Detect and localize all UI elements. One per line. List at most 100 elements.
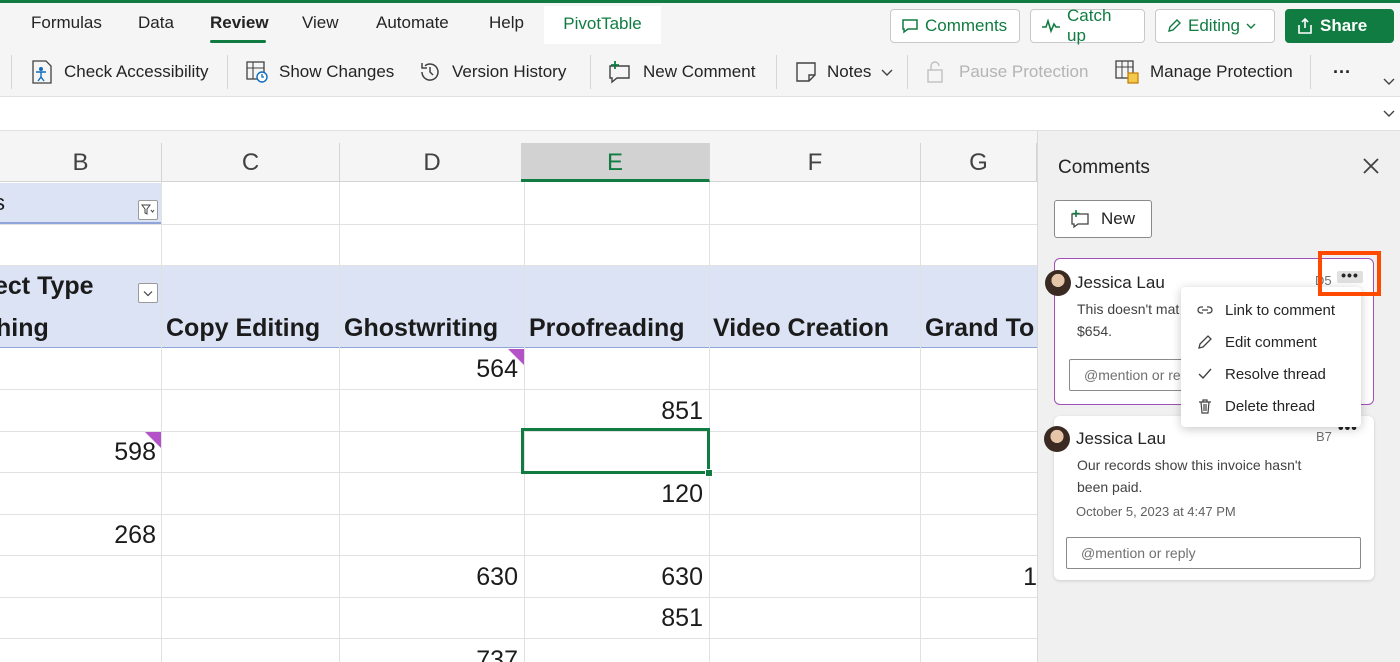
comment-author: Jessica Lau	[1076, 429, 1166, 448]
divider	[1310, 55, 1311, 89]
divider	[907, 55, 908, 89]
catch-up-label: Catch up	[1067, 6, 1112, 45]
comments-pane-title: Comments	[1058, 157, 1150, 178]
thread-options-menu: Link to comment Edit comment Resolve thr…	[1181, 287, 1361, 427]
history-icon	[421, 63, 439, 81]
gridline	[0, 555, 1037, 556]
cell-d-value[interactable]: 630	[340, 563, 518, 592]
show-changes-icon	[246, 61, 268, 83]
comment-timestamp: October 5, 2023 at 4:47 PM	[1076, 504, 1236, 519]
tab-review[interactable]: Review	[210, 13, 269, 33]
column-header-d[interactable]: D	[340, 143, 525, 182]
comment-cell-ref: B7	[1316, 429, 1332, 444]
selected-cell[interactable]	[521, 428, 710, 474]
filter-dropdown-button[interactable]	[138, 200, 158, 220]
column-header-f[interactable]: F	[710, 143, 921, 182]
gridline	[0, 638, 1037, 639]
new-comment-button[interactable]: New Comment	[607, 57, 755, 87]
pivot-header-ghostwriting: Ghostwriting	[344, 314, 499, 342]
column-header-c[interactable]: C	[162, 143, 340, 182]
comments-button-label: Comments	[925, 16, 1008, 35]
review-command-bar: Check Accessibility Show Changes Version…	[0, 47, 1400, 97]
tab-view[interactable]: View	[302, 13, 339, 33]
comment-text-line2: been paid.	[1077, 479, 1143, 495]
tab-data[interactable]: Data	[138, 13, 174, 33]
note-icon	[796, 62, 816, 82]
pause-protection-button[interactable]: Pause Protection	[925, 57, 1088, 87]
manage-protection-label: Manage Protection	[1150, 62, 1293, 81]
avatar	[1045, 270, 1071, 296]
check-accessibility-button[interactable]: Check Accessibility	[30, 57, 209, 87]
cell-e-value[interactable]: 851	[525, 604, 703, 633]
close-icon[interactable]	[1360, 155, 1382, 177]
share-icon	[1298, 17, 1312, 34]
tab-help[interactable]: Help	[489, 13, 524, 33]
cell-b-value[interactable]: 598	[0, 438, 156, 467]
grid-top-gap	[0, 131, 1037, 143]
cell-b-value[interactable]: 268	[0, 521, 156, 550]
comments-button[interactable]: Comments	[890, 9, 1020, 43]
share-button[interactable]: Share	[1285, 9, 1394, 43]
cell-e-value[interactable]: 120	[525, 480, 703, 509]
comment-text-line1: This doesn't mat	[1077, 301, 1180, 317]
manage-protection-button[interactable]: Manage Protection	[1114, 57, 1293, 87]
cell-e-value[interactable]: 851	[525, 397, 703, 426]
tab-formulas[interactable]: Formulas	[31, 13, 102, 33]
editing-mode-button[interactable]: Editing	[1155, 9, 1275, 43]
active-tab-indicator	[210, 40, 266, 43]
menu-item-label: Delete thread	[1225, 397, 1316, 415]
fill-handle[interactable]	[705, 469, 713, 477]
menu-item-edit-comment[interactable]: Edit comment	[1181, 327, 1361, 357]
comment-text-line1: Our records show this invoice hasn't	[1077, 457, 1302, 473]
tab-pivottable[interactable]: PivotTable	[544, 6, 661, 44]
avatar	[1044, 426, 1070, 452]
cell-g-value[interactable]: 1	[921, 563, 1037, 592]
lock-icon	[927, 61, 943, 83]
version-history-label: Version History	[452, 62, 567, 81]
link-icon	[1197, 306, 1213, 314]
pencil-icon	[1198, 335, 1212, 349]
spreadsheet-grid[interactable]: B C D E F G s ect Type hing Copy Editing…	[0, 143, 1037, 662]
menu-item-delete-thread[interactable]: Delete thread	[1181, 391, 1361, 421]
gridline	[709, 182, 710, 662]
pivot-filter-label: s	[0, 190, 5, 216]
ribbon-expand-chevron-icon[interactable]	[1383, 77, 1395, 85]
gridline	[0, 265, 1037, 266]
menu-item-link-to-comment[interactable]: Link to comment	[1181, 295, 1361, 325]
new-comment-icon	[609, 61, 630, 84]
comment-indicator[interactable]	[145, 432, 161, 448]
column-header-g[interactable]: G	[921, 143, 1037, 182]
show-changes-button[interactable]: Show Changes	[245, 57, 394, 87]
formula-bar-expand-icon[interactable]	[1383, 109, 1395, 117]
ribbon-tab-row: Formulas Data Review View Automate Help …	[0, 3, 1400, 47]
version-history-button[interactable]: Version History	[418, 57, 566, 87]
gridline	[0, 472, 1037, 473]
pivot-header-copy-editing: Copy Editing	[166, 314, 321, 342]
notes-dropdown[interactable]: Notes	[795, 57, 893, 87]
new-comment-pane-button[interactable]: New	[1054, 200, 1152, 238]
tab-automate[interactable]: Automate	[376, 13, 449, 33]
comment-text-line2: $654.	[1077, 323, 1113, 339]
gridline	[0, 224, 1037, 225]
comment-indicator[interactable]	[508, 349, 524, 365]
cell-d-value[interactable]: 564	[340, 355, 518, 384]
cell-e-value[interactable]: 630	[525, 563, 703, 592]
cell-d-value[interactable]: 737	[340, 646, 518, 662]
pause-protection-label: Pause Protection	[959, 62, 1089, 81]
column-header-b[interactable]: B	[0, 143, 162, 182]
menu-item-resolve-thread[interactable]: Resolve thread	[1181, 359, 1361, 389]
chevron-down-icon	[143, 290, 153, 296]
column-header-e[interactable]: E	[521, 143, 710, 182]
pivot-header-proofreading: Proofreading	[529, 314, 685, 342]
pulse-icon	[1042, 18, 1060, 34]
more-commands-button[interactable]: ···	[1333, 57, 1351, 87]
catch-up-button[interactable]: Catch up	[1030, 6, 1145, 45]
gridline	[0, 597, 1037, 598]
notes-label: Notes	[827, 62, 872, 81]
formula-bar[interactable]	[0, 97, 1400, 131]
chevron-down-icon	[1246, 23, 1256, 29]
comment-thread-2[interactable]: Jessica Lau B7 ••• Our records show this…	[1044, 416, 1374, 580]
pivot-header-video-creation: Video Creation	[713, 314, 889, 342]
reply-input[interactable]: @mention or reply	[1066, 537, 1361, 569]
field-dropdown-button[interactable]	[138, 283, 158, 303]
